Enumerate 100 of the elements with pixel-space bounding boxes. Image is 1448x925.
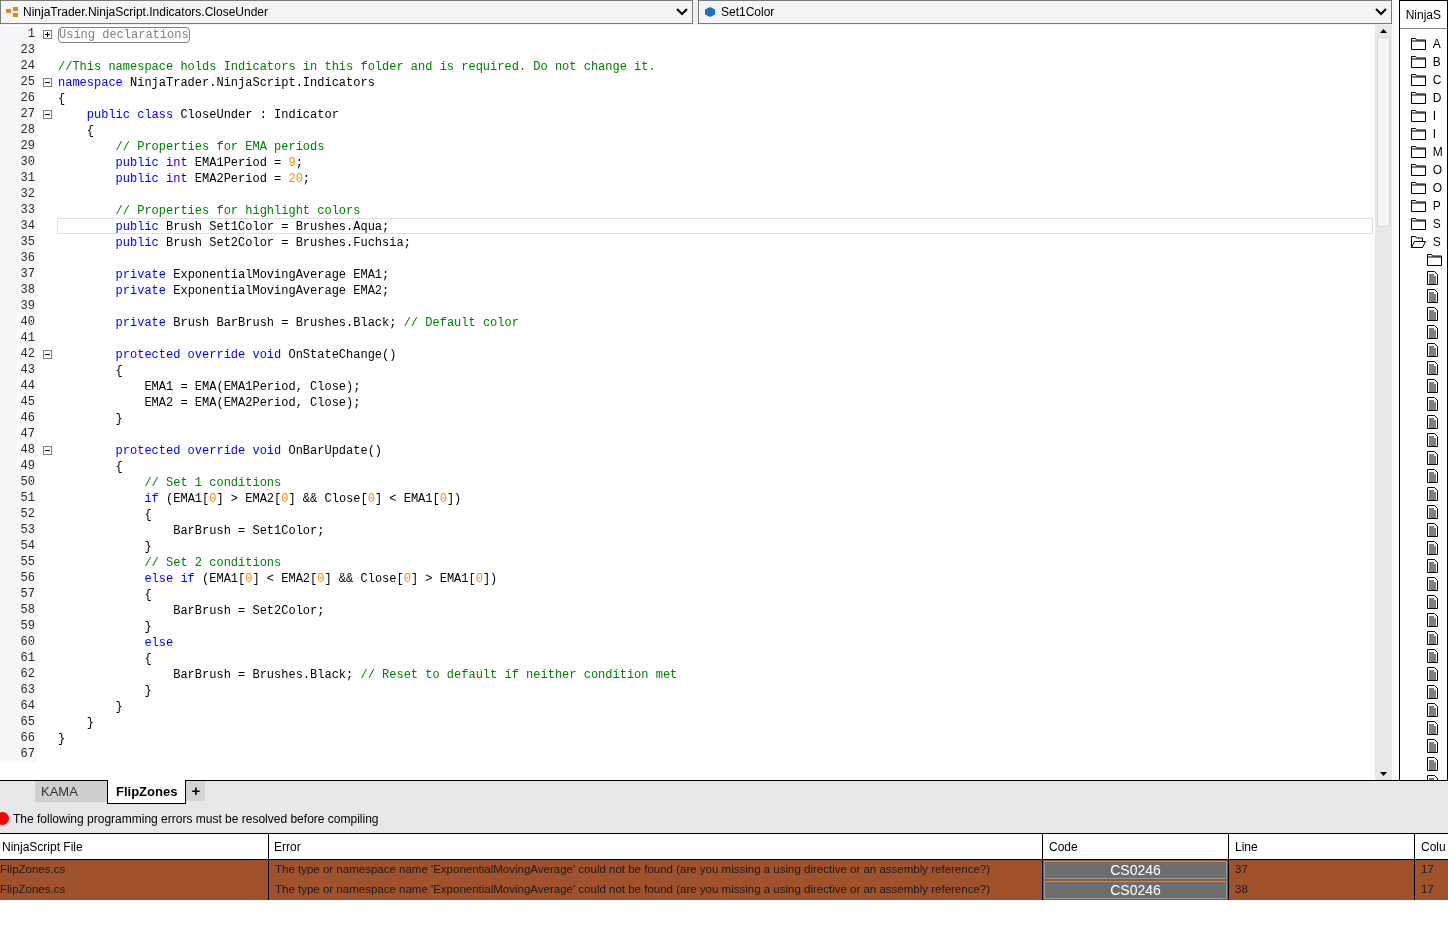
line-number: 62 — [0, 666, 37, 682]
line-number: 33 — [0, 202, 37, 218]
document-icon — [1426, 703, 1438, 717]
type-dropdown[interactable]: NinjaTrader.NinjaScript.Indicators.CloseUnder — [0, 0, 693, 24]
line-number: 40 — [0, 314, 37, 330]
editor-tab[interactable]: FlipZones — [107, 780, 187, 804]
folder-icon — [1410, 128, 1426, 140]
code-line: } — [114, 412, 123, 426]
code-line: public int EMA1Period = 9; — [114, 156, 303, 170]
explorer-folder[interactable]: S — [1410, 233, 1447, 251]
add-tab-button[interactable]: + — [186, 781, 206, 801]
explorer-folder[interactable]: S — [1410, 215, 1447, 233]
line-number: 67 — [0, 746, 37, 762]
line-number: 56 — [0, 570, 37, 586]
document-icon — [1426, 577, 1438, 591]
line-number: 25 — [0, 74, 37, 90]
document-icon — [1426, 757, 1438, 771]
document-icon — [1426, 649, 1438, 663]
chevron-down-icon — [1374, 8, 1387, 16]
document-icon — [1426, 613, 1438, 627]
line-number: 47 — [0, 426, 37, 442]
table-cell-text: FlipZones.cs — [0, 882, 67, 898]
document-icon — [1426, 469, 1438, 483]
column-header[interactable]: NinjaScript File — [0, 834, 268, 859]
document-icon — [1426, 325, 1438, 339]
explorer-folder[interactable]: I — [1410, 125, 1447, 143]
collapse-icon[interactable] — [42, 77, 52, 87]
code-line: public int EMA2Period = 20; — [114, 172, 311, 186]
code-line: { — [143, 652, 152, 666]
code-line: if (EMA1[0] > EMA2[0] && Close[0] < EMA1[0]) — [143, 492, 462, 506]
code-line: // Set 2 conditions — [143, 556, 282, 570]
document-icon — [1426, 487, 1438, 501]
scroll-up-icon[interactable] — [1379, 29, 1387, 33]
document-icon — [1426, 361, 1438, 375]
line-number: 45 — [0, 394, 37, 410]
line-number: 37 — [0, 266, 37, 282]
document-icon — [1426, 307, 1438, 321]
column-header[interactable]: Line — [1228, 834, 1414, 859]
scroll-down-icon[interactable] — [1379, 772, 1387, 776]
document-icon — [1426, 739, 1438, 753]
line-number: 59 — [0, 618, 37, 634]
folder-icon — [1410, 92, 1426, 104]
code-line: { — [85, 124, 94, 138]
document-icon — [1426, 559, 1438, 573]
line-number: 52 — [0, 506, 37, 522]
error-message: The following programming errors must be resolved before compiling — [13, 810, 379, 828]
code-line: BarBrush = Set2Color; — [172, 604, 325, 618]
explorer-folder[interactable]: I — [1410, 107, 1447, 125]
document-icon — [1426, 343, 1438, 357]
code-line: // Properties for highlight colors — [114, 204, 361, 218]
code-line: else if (EMA1[0] < EMA2[0] && Close[0] > EMA1[0]) — [143, 572, 498, 586]
document-icon — [1426, 271, 1438, 285]
explorer-folder[interactable]: B — [1410, 53, 1447, 71]
folder-icon — [1410, 182, 1426, 194]
document-icon — [1426, 451, 1438, 465]
table-cell: 38 — [1228, 880, 1414, 900]
line-number: 49 — [0, 458, 37, 474]
column-header[interactable]: Colu — [1414, 834, 1448, 859]
explorer-folder[interactable]: A — [1410, 35, 1447, 53]
line-number: 26 — [0, 90, 37, 106]
table-cell: The type or namespace name 'ExponentialMovingAverage' could not be found (are you missing a using directive or an assembly reference?) — [268, 880, 1042, 900]
explorer-folder[interactable]: C — [1410, 71, 1447, 89]
code-line: // Set 1 conditions — [143, 476, 282, 490]
explorer-folder[interactable]: D — [1410, 89, 1447, 107]
editor-tab[interactable]: KAMA — [35, 781, 107, 802]
code-line: else — [143, 636, 174, 650]
explorer-folder[interactable]: O — [1410, 179, 1447, 197]
document-icon — [1426, 505, 1438, 519]
column-header[interactable]: Code — [1042, 834, 1228, 859]
line-number: 30 — [0, 154, 37, 170]
code-line: } — [143, 540, 152, 554]
document-icon — [1426, 541, 1438, 555]
line-number: 61 — [0, 650, 37, 666]
collapse-icon[interactable] — [42, 109, 52, 119]
code-line: } — [114, 700, 123, 714]
chevron-down-icon — [676, 8, 688, 16]
collapse-icon[interactable] — [42, 349, 52, 359]
column-header[interactable]: Error — [268, 834, 1042, 859]
expand-icon[interactable] — [42, 29, 52, 39]
member-dropdown[interactable]: Set1Color — [698, 0, 1392, 24]
code-line: { — [143, 508, 152, 522]
line-number: 39 — [0, 298, 37, 314]
code-line: namespace NinjaTrader.NinjaScript.Indicators — [58, 76, 375, 90]
line-number: 28 — [0, 122, 37, 138]
document-icon — [1426, 415, 1438, 429]
code-line: BarBrush = Set1Color; — [172, 524, 325, 538]
code-line: protected override void OnBarUpdate() — [114, 444, 383, 458]
line-number: 38 — [0, 282, 37, 298]
line-number: 53 — [0, 522, 37, 538]
collapse-icon[interactable] — [42, 445, 52, 455]
scroll-thumb[interactable] — [1376, 37, 1390, 227]
explorer-folder[interactable]: M — [1410, 143, 1447, 161]
code-line: } — [58, 732, 66, 746]
line-number: 64 — [0, 698, 37, 714]
error-code: CS0246 — [1044, 881, 1227, 899]
explorer-folder[interactable]: P — [1410, 197, 1447, 215]
folder-icon — [1410, 38, 1426, 50]
explorer-folder[interactable]: O — [1410, 161, 1447, 179]
code-line: BarBrush = Brushes.Black; // Reset to default if neither condition met — [172, 668, 678, 682]
code-line: // Properties for EMA periods — [114, 140, 325, 154]
